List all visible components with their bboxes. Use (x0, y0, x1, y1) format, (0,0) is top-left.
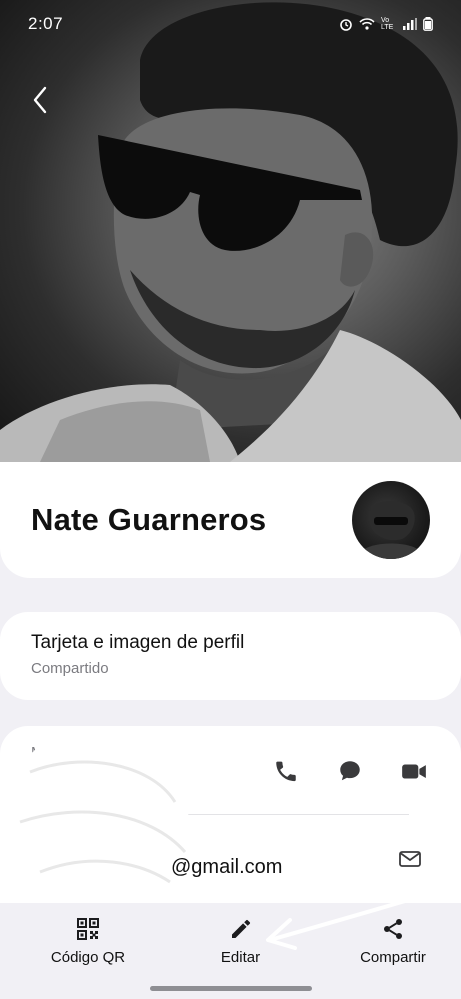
pencil-icon (231, 919, 250, 938)
edit-label: Editar (220, 949, 261, 966)
email-icon (399, 851, 421, 867)
phone-row[interactable]: M (0, 726, 461, 814)
message-icon (340, 761, 360, 781)
contact-details-card: M @gmail.com (0, 726, 461, 926)
profile-card-subtitle: Compartido (31, 660, 109, 677)
qr-code-button[interactable]: Código QR (38, 903, 138, 999)
profile-card-row[interactable]: Tarjeta e imagen de perfil Compartido (0, 612, 461, 700)
video-call-icon (402, 764, 426, 779)
battery-icon (423, 17, 433, 31)
back-button[interactable] (22, 80, 58, 120)
call-button[interactable] (269, 754, 303, 788)
bottom-action-bar: Código QR Editar Compartir (0, 903, 461, 999)
signal-icon (403, 18, 417, 30)
profile-photo: 2:07 Vo LTE (0, 0, 461, 462)
contact-name-card: Nate Guarneros (0, 462, 461, 578)
contact-name: Nate Guarneros (31, 502, 267, 537)
chevron-left-icon (33, 86, 47, 114)
status-bar: 2:07 Vo LTE (0, 0, 461, 48)
edit-button[interactable]: Editar (191, 903, 291, 999)
status-time: 2:07 (28, 14, 64, 33)
qr-code-icon (77, 918, 99, 940)
alarm-icon (340, 19, 352, 31)
profile-photo-illustration (0, 2, 461, 462)
status-icons: Vo LTE (339, 17, 433, 31)
video-call-button[interactable] (397, 754, 431, 788)
avatar-image (362, 500, 420, 559)
avatar[interactable] (352, 481, 430, 559)
message-button[interactable] (333, 754, 367, 788)
email-address[interactable]: @gmail.com (31, 856, 282, 879)
phone-label: M (31, 744, 44, 761)
divider (31, 814, 409, 815)
share-icon (384, 919, 402, 939)
qr-code-label: Código QR (50, 949, 126, 966)
wifi-icon (359, 17, 375, 30)
volte-label: Vo LTE (381, 17, 394, 31)
phone-actions (269, 754, 431, 788)
profile-card-title: Tarjeta e imagen de perfil (31, 632, 245, 653)
phone-icon (276, 761, 296, 782)
share-label: Compartir (360, 949, 426, 966)
email-button[interactable] (395, 844, 425, 874)
home-indicator[interactable] (150, 986, 312, 991)
share-button[interactable]: Compartir (343, 903, 443, 999)
